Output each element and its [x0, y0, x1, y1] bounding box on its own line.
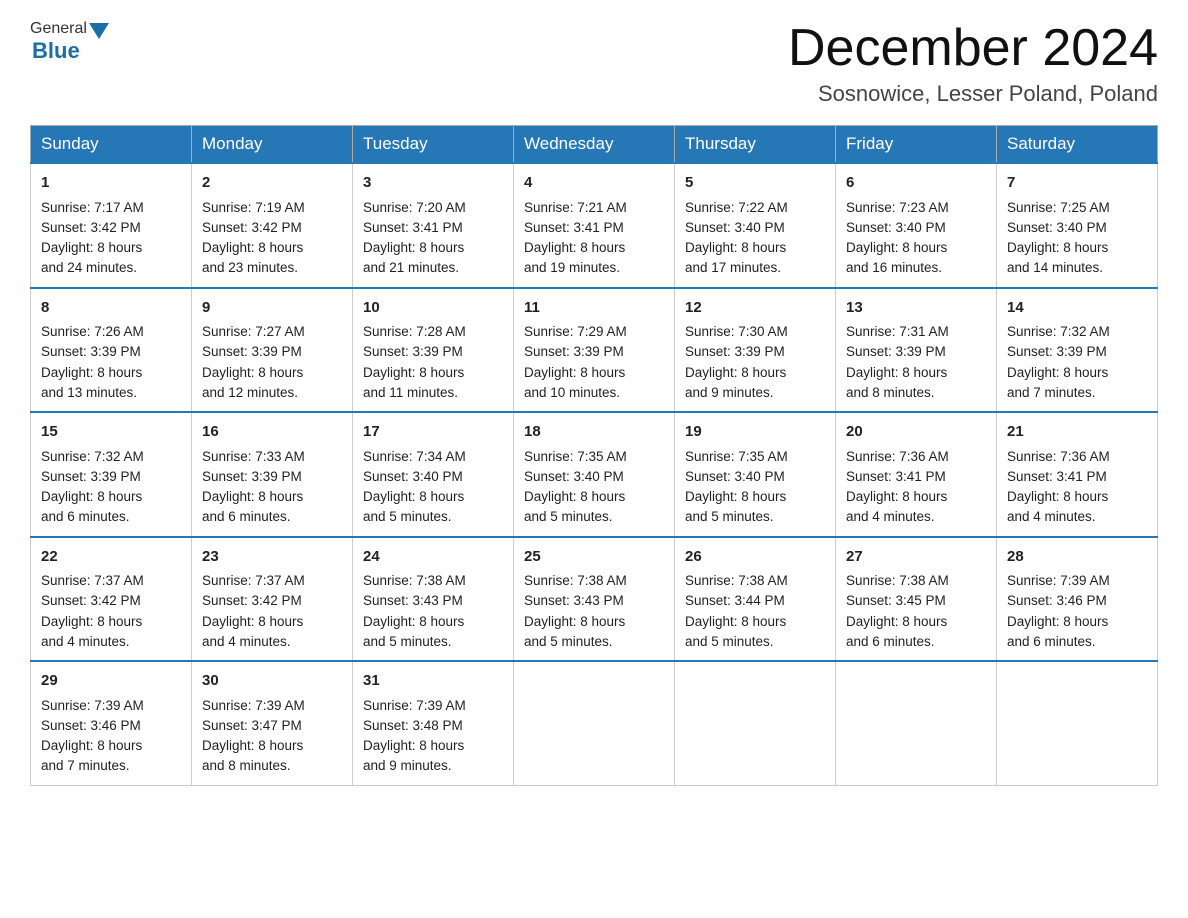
calendar-cell: 6 Sunrise: 7:23 AM Sunset: 3:40 PM Dayli…: [836, 163, 997, 288]
day-number: 31: [363, 670, 503, 693]
calendar-week-row: 15 Sunrise: 7:32 AM Sunset: 3:39 PM Dayl…: [31, 412, 1158, 537]
calendar-week-row: 29 Sunrise: 7:39 AM Sunset: 3:46 PM Dayl…: [31, 661, 1158, 785]
day-number: 6: [846, 172, 986, 195]
day-number: 28: [1007, 546, 1147, 569]
calendar-table: SundayMondayTuesdayWednesdayThursdayFrid…: [30, 125, 1158, 786]
calendar-week-row: 1 Sunrise: 7:17 AM Sunset: 3:42 PM Dayli…: [31, 163, 1158, 288]
calendar-cell: 22 Sunrise: 7:37 AM Sunset: 3:42 PM Dayl…: [31, 537, 192, 662]
location-text: Sosnowice, Lesser Poland, Poland: [788, 81, 1158, 107]
day-number: 19: [685, 421, 825, 444]
calendar-cell: 9 Sunrise: 7:27 AM Sunset: 3:39 PM Dayli…: [192, 288, 353, 413]
day-number: 3: [363, 172, 503, 195]
calendar-cell: 14 Sunrise: 7:32 AM Sunset: 3:39 PM Dayl…: [997, 288, 1158, 413]
calendar-week-row: 22 Sunrise: 7:37 AM Sunset: 3:42 PM Dayl…: [31, 537, 1158, 662]
day-number: 9: [202, 297, 342, 320]
day-number: 15: [41, 421, 181, 444]
calendar-day-header: Friday: [836, 126, 997, 164]
day-number: 29: [41, 670, 181, 693]
calendar-cell: 31 Sunrise: 7:39 AM Sunset: 3:48 PM Dayl…: [353, 661, 514, 785]
month-title: December 2024: [788, 20, 1158, 77]
calendar-cell: 16 Sunrise: 7:33 AM Sunset: 3:39 PM Dayl…: [192, 412, 353, 537]
calendar-cell: 11 Sunrise: 7:29 AM Sunset: 3:39 PM Dayl…: [514, 288, 675, 413]
day-number: 27: [846, 546, 986, 569]
calendar-cell: [514, 661, 675, 785]
calendar-cell: 26 Sunrise: 7:38 AM Sunset: 3:44 PM Dayl…: [675, 537, 836, 662]
day-number: 23: [202, 546, 342, 569]
calendar-cell: 23 Sunrise: 7:37 AM Sunset: 3:42 PM Dayl…: [192, 537, 353, 662]
calendar-day-header: Thursday: [675, 126, 836, 164]
calendar-cell: 21 Sunrise: 7:36 AM Sunset: 3:41 PM Dayl…: [997, 412, 1158, 537]
logo-blue-text: Blue: [30, 38, 80, 63]
calendar-cell: [997, 661, 1158, 785]
logo-general-text: General: [30, 20, 87, 38]
day-number: 14: [1007, 297, 1147, 320]
calendar-header-row: SundayMondayTuesdayWednesdayThursdayFrid…: [31, 126, 1158, 164]
calendar-cell: 19 Sunrise: 7:35 AM Sunset: 3:40 PM Dayl…: [675, 412, 836, 537]
logo-arrow-icon: [89, 23, 109, 39]
calendar-cell: 7 Sunrise: 7:25 AM Sunset: 3:40 PM Dayli…: [997, 163, 1158, 288]
day-number: 16: [202, 421, 342, 444]
calendar-cell: 8 Sunrise: 7:26 AM Sunset: 3:39 PM Dayli…: [31, 288, 192, 413]
day-number: 5: [685, 172, 825, 195]
day-number: 26: [685, 546, 825, 569]
day-number: 8: [41, 297, 181, 320]
day-number: 10: [363, 297, 503, 320]
calendar-cell: 5 Sunrise: 7:22 AM Sunset: 3:40 PM Dayli…: [675, 163, 836, 288]
day-number: 1: [41, 172, 181, 195]
calendar-cell: 29 Sunrise: 7:39 AM Sunset: 3:46 PM Dayl…: [31, 661, 192, 785]
day-number: 17: [363, 421, 503, 444]
calendar-day-header: Wednesday: [514, 126, 675, 164]
calendar-cell: 13 Sunrise: 7:31 AM Sunset: 3:39 PM Dayl…: [836, 288, 997, 413]
day-number: 4: [524, 172, 664, 195]
day-number: 13: [846, 297, 986, 320]
day-number: 21: [1007, 421, 1147, 444]
calendar-cell: 20 Sunrise: 7:36 AM Sunset: 3:41 PM Dayl…: [836, 412, 997, 537]
logo: General Blue: [30, 20, 111, 64]
calendar-week-row: 8 Sunrise: 7:26 AM Sunset: 3:39 PM Dayli…: [31, 288, 1158, 413]
calendar-cell: 18 Sunrise: 7:35 AM Sunset: 3:40 PM Dayl…: [514, 412, 675, 537]
calendar-cell: [836, 661, 997, 785]
day-number: 2: [202, 172, 342, 195]
calendar-day-header: Sunday: [31, 126, 192, 164]
day-number: 22: [41, 546, 181, 569]
day-number: 12: [685, 297, 825, 320]
calendar-cell: 3 Sunrise: 7:20 AM Sunset: 3:41 PM Dayli…: [353, 163, 514, 288]
day-number: 20: [846, 421, 986, 444]
calendar-cell: 17 Sunrise: 7:34 AM Sunset: 3:40 PM Dayl…: [353, 412, 514, 537]
calendar-cell: 12 Sunrise: 7:30 AM Sunset: 3:39 PM Dayl…: [675, 288, 836, 413]
day-number: 7: [1007, 172, 1147, 195]
calendar-cell: 25 Sunrise: 7:38 AM Sunset: 3:43 PM Dayl…: [514, 537, 675, 662]
calendar-cell: 10 Sunrise: 7:28 AM Sunset: 3:39 PM Dayl…: [353, 288, 514, 413]
calendar-day-header: Saturday: [997, 126, 1158, 164]
day-number: 18: [524, 421, 664, 444]
day-number: 24: [363, 546, 503, 569]
calendar-cell: 28 Sunrise: 7:39 AM Sunset: 3:46 PM Dayl…: [997, 537, 1158, 662]
calendar-cell: 15 Sunrise: 7:32 AM Sunset: 3:39 PM Dayl…: [31, 412, 192, 537]
calendar-cell: 2 Sunrise: 7:19 AM Sunset: 3:42 PM Dayli…: [192, 163, 353, 288]
calendar-cell: 24 Sunrise: 7:38 AM Sunset: 3:43 PM Dayl…: [353, 537, 514, 662]
calendar-cell: 1 Sunrise: 7:17 AM Sunset: 3:42 PM Dayli…: [31, 163, 192, 288]
day-number: 30: [202, 670, 342, 693]
day-number: 25: [524, 546, 664, 569]
page-header: General Blue December 2024 Sosnowice, Le…: [30, 20, 1158, 107]
calendar-cell: 4 Sunrise: 7:21 AM Sunset: 3:41 PM Dayli…: [514, 163, 675, 288]
calendar-day-header: Tuesday: [353, 126, 514, 164]
calendar-day-header: Monday: [192, 126, 353, 164]
day-number: 11: [524, 297, 664, 320]
title-block: December 2024 Sosnowice, Lesser Poland, …: [788, 20, 1158, 107]
calendar-cell: [675, 661, 836, 785]
calendar-cell: 30 Sunrise: 7:39 AM Sunset: 3:47 PM Dayl…: [192, 661, 353, 785]
calendar-cell: 27 Sunrise: 7:38 AM Sunset: 3:45 PM Dayl…: [836, 537, 997, 662]
